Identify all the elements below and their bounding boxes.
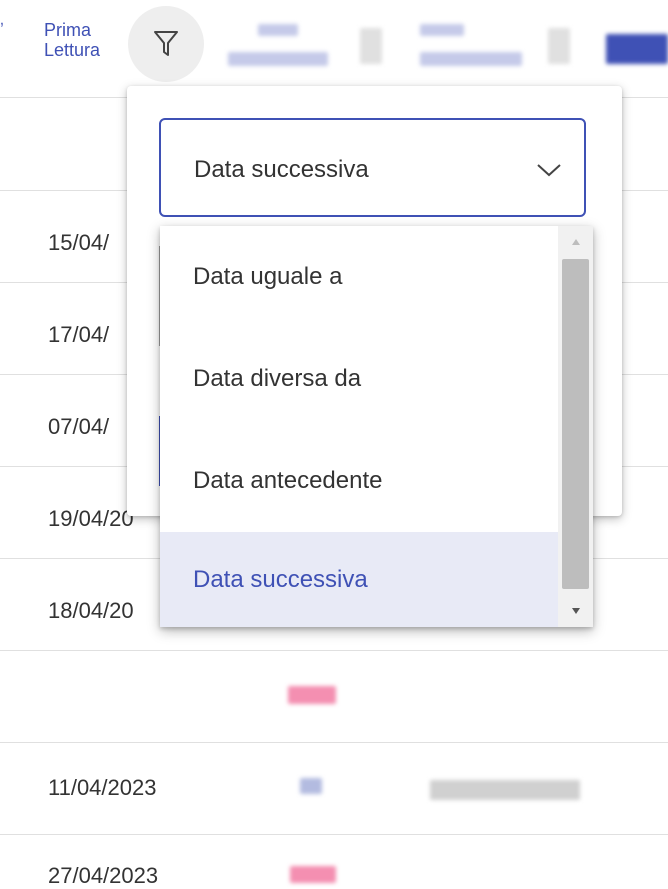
option-label: Data uguale a [193, 262, 343, 290]
triangle-up-icon [571, 239, 580, 245]
obscured-header-label [258, 24, 298, 36]
obscured-status-badge [288, 686, 336, 704]
obscured-header-label [420, 24, 464, 36]
filter-condition-select[interactable]: Data successiva [159, 118, 586, 217]
dropdown-scrollbar[interactable] [558, 226, 593, 627]
column-filter-button[interactable] [128, 6, 204, 82]
obscured-header-label [420, 52, 522, 66]
column-title-line2: Lettura [44, 40, 101, 60]
row-divider [0, 650, 668, 651]
option-data-antecedente[interactable]: Data antecedente [160, 430, 558, 531]
filter-condition-dropdown: Data uguale a Data diversa da Data antec… [160, 226, 593, 627]
table-cell-date: 27/04/2023 [48, 863, 159, 888]
obscured-header-label [606, 34, 668, 64]
option-data-uguale-a[interactable]: Data uguale a [160, 226, 558, 327]
obscured-cell-text [430, 780, 580, 800]
scroll-thumb[interactable] [562, 259, 589, 589]
obscured-filter-icon [548, 28, 570, 64]
table-cell-date: 07/04/ [48, 414, 110, 439]
obscured-status-badge [300, 778, 322, 794]
obscured-filter-icon [360, 28, 382, 64]
triangle-down-icon [571, 608, 580, 614]
option-data-diversa-da[interactable]: Data diversa da [160, 328, 558, 429]
option-label: Data antecedente [193, 466, 383, 494]
row-divider [0, 834, 668, 835]
table-cell-date: 17/04/ [48, 322, 110, 347]
option-data-successiva[interactable]: Data successiva [160, 532, 558, 627]
funnel-icon [154, 31, 178, 56]
option-label: Data diversa da [193, 364, 362, 392]
column-title-line1: Prima [44, 20, 92, 40]
table-cell-date: 11/04/2023 [48, 775, 157, 800]
column-edge-glyph: ʼ [0, 20, 4, 40]
table-cell-date: 19/04/20 [48, 506, 134, 531]
table-header-row: ʼ Prima Lettura [0, 0, 668, 97]
column-header-prima-lettura[interactable]: Prima Lettura [44, 20, 128, 60]
row-divider [0, 742, 668, 743]
chevron-down-icon[interactable] [536, 162, 562, 178]
scroll-up-button[interactable] [558, 232, 593, 252]
obscured-status-badge [290, 866, 336, 883]
filter-condition-value: Data successiva [194, 156, 369, 183]
option-label: Data successiva [193, 565, 368, 593]
table-cell-date: 18/04/20 [48, 598, 134, 623]
table-cell-date: 15/04/ [48, 230, 110, 255]
scroll-down-button[interactable] [558, 601, 593, 621]
obscured-header-label [228, 52, 328, 66]
